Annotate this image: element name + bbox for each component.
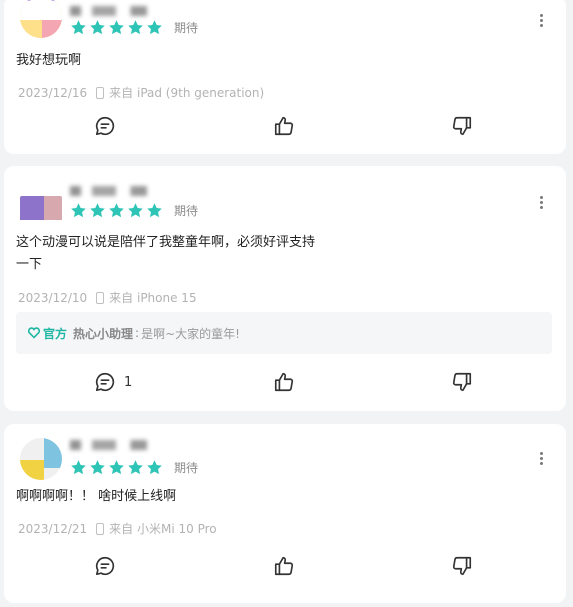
review-card: 期待 这个动漫可以说是陪伴了我整童年啊，必须好评支持一下 2023/12/10 … — [4, 166, 566, 411]
action-bar: 1 — [4, 370, 566, 396]
avatar[interactable] — [20, 0, 62, 38]
star-icon — [127, 459, 144, 476]
review-card: 期待 啊啊啊啊！！ 啥时候上线啊 2023/12/21 来自 小米Mi 10 P… — [4, 424, 566, 603]
more-vertical-icon[interactable] — [538, 452, 544, 468]
review-device: 来自 iPad (9th generation) — [109, 86, 265, 100]
star-icon — [127, 19, 144, 36]
thumbs-up-icon — [273, 371, 295, 393]
review-meta: 2023/12/10 来自 iPhone 15 — [18, 289, 197, 306]
reply-text: 是啊~大家的童年! — [141, 326, 240, 341]
review-date: 2023/12/10 — [18, 290, 88, 305]
reply-colon: : — [135, 326, 140, 340]
star-icon — [146, 459, 163, 476]
action-bar — [4, 554, 566, 580]
dislike-button[interactable] — [451, 554, 473, 578]
dislike-button[interactable] — [451, 114, 473, 138]
thumbs-down-icon — [451, 115, 473, 137]
comment-button[interactable]: 1 — [94, 370, 132, 394]
star-icon — [70, 459, 87, 476]
like-button[interactable] — [273, 114, 295, 138]
review-meta: 2023/12/16 来自 iPad (9th generation) — [18, 84, 264, 101]
like-button[interactable] — [273, 370, 295, 394]
phone-icon — [96, 86, 105, 99]
star-icon — [108, 459, 125, 476]
star-icon — [89, 19, 106, 36]
review-device: 来自 小米Mi 10 Pro — [109, 522, 217, 536]
star-icon — [89, 459, 106, 476]
review-device: 来自 iPhone 15 — [109, 291, 197, 305]
rating-status: 期待 — [174, 204, 199, 218]
like-button[interactable] — [273, 554, 295, 578]
review-card: 期待 我好想玩啊 2023/12/16 来自 iPad (9th generat… — [4, 0, 566, 154]
more-vertical-icon[interactable] — [538, 196, 544, 212]
more-vertical-icon[interactable] — [538, 14, 544, 30]
thumbs-up-icon — [273, 115, 295, 137]
rating-status: 期待 — [174, 21, 199, 35]
reply-author[interactable]: 热心小助理 — [73, 325, 133, 342]
review-text: 啊啊啊啊！！ 啥时候上线啊 — [16, 489, 177, 504]
comment-icon — [94, 371, 116, 393]
review-meta: 2023/12/21 来自 小米Mi 10 Pro — [18, 520, 217, 537]
username-blurred — [70, 6, 180, 16]
review-text: 我好想玩啊 — [16, 53, 82, 68]
phone-icon — [96, 522, 105, 535]
review-feed: 期待 我好想玩啊 2023/12/16 来自 iPad (9th generat… — [0, 0, 573, 607]
comment-icon — [94, 115, 116, 137]
review-text: 这个动漫可以说是陪伴了我整童年啊，必须好评支持一下 — [16, 235, 316, 272]
username-blurred — [70, 440, 180, 450]
star-icon — [146, 19, 163, 36]
action-bar — [4, 114, 566, 140]
review-date: 2023/12/16 — [18, 85, 88, 100]
star-rating: 期待 — [70, 202, 198, 219]
thumbs-down-icon — [451, 371, 473, 393]
review-date: 2023/12/21 — [18, 521, 88, 536]
star-icon — [108, 202, 125, 219]
star-icon — [108, 19, 125, 36]
official-reply[interactable]: 官方 热心小助理 : 是啊~大家的童年! — [16, 312, 552, 354]
official-badge: 官方 — [43, 326, 68, 341]
dislike-button[interactable] — [451, 370, 473, 394]
username-blurred — [70, 186, 180, 196]
star-rating: 期待 — [70, 19, 198, 36]
rating-status: 期待 — [174, 461, 199, 475]
comment-button[interactable] — [94, 114, 124, 138]
comment-count: 1 — [124, 374, 133, 390]
star-icon — [70, 202, 87, 219]
star-icon — [146, 202, 163, 219]
phone-icon — [96, 291, 105, 304]
star-icon — [127, 202, 144, 219]
thumbs-down-icon — [451, 555, 473, 577]
star-icon — [89, 202, 106, 219]
star-icon — [70, 19, 87, 36]
thumbs-up-icon — [273, 555, 295, 577]
avatar[interactable] — [20, 438, 62, 480]
heart-badge-icon — [28, 327, 40, 339]
star-rating: 期待 — [70, 459, 198, 476]
comment-button[interactable] — [94, 554, 124, 578]
comment-icon — [94, 555, 116, 577]
